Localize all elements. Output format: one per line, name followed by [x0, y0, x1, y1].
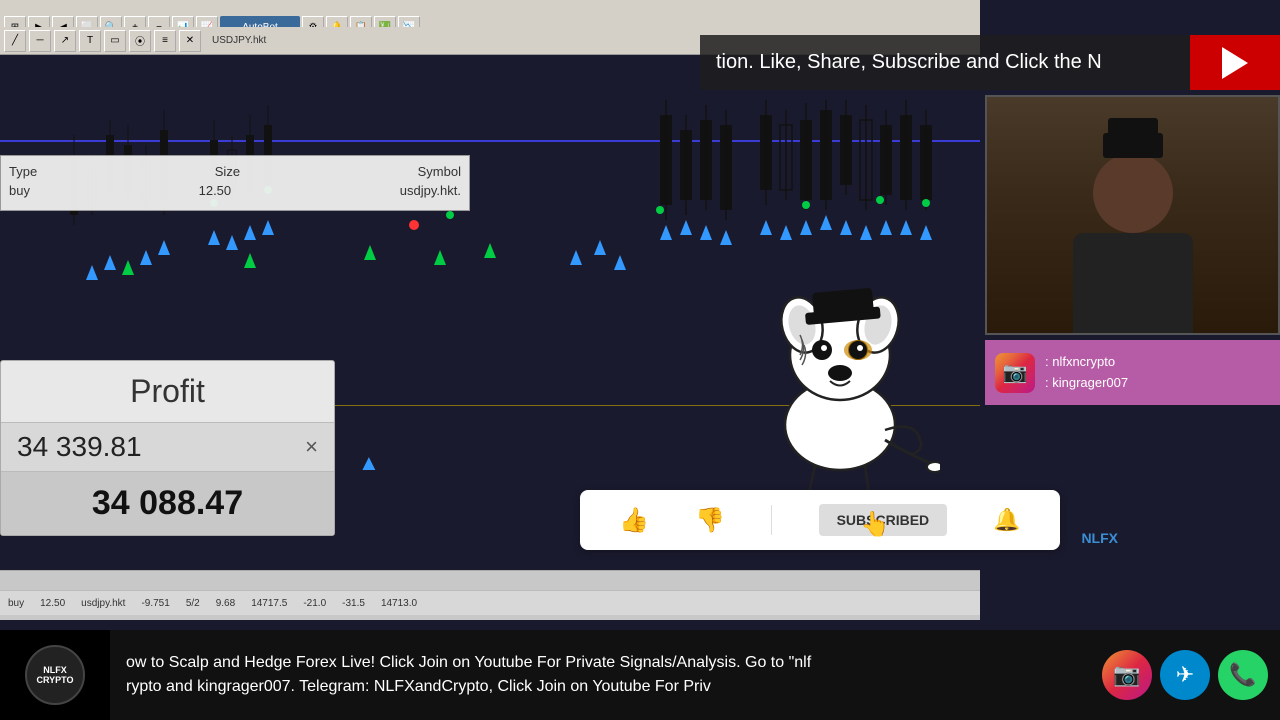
ticker-logo-circle: NLFXCRYPTO: [25, 645, 85, 705]
profit-current-value: 34 339.81: [17, 431, 142, 463]
yt-play-icon: [1222, 47, 1248, 79]
bell-button[interactable]: 🔔: [993, 507, 1020, 533]
whatsapp-social-button[interactable]: 📞: [1218, 650, 1268, 700]
cursor-hand: 👆: [860, 510, 890, 539]
profit-label: Profit: [1, 361, 334, 422]
person-silhouette: [1073, 153, 1193, 333]
trade-info-panel: Type Size Symbol buy 12.50 usdjpy.hkt.: [0, 155, 470, 211]
instagram-panel: 📷 : nlfxncrypto : kingrager007: [985, 340, 1280, 405]
dog-cartoon: [740, 255, 940, 495]
type-label: Type: [9, 164, 37, 179]
instagram-text: : nlfxncrypto : kingrager007: [1045, 352, 1128, 394]
telegram-social-button[interactable]: ✈: [1160, 650, 1210, 700]
data-sl: 5/2: [186, 598, 200, 609]
toolbar-btn-arrow[interactable]: ↗: [54, 30, 76, 52]
toolbar-btn-line[interactable]: ╱: [4, 30, 26, 52]
data-net: -31.5: [342, 598, 365, 609]
ticker-message: ow to Scalp and Hedge Forex Live! Click …: [110, 651, 1102, 699]
data-buy: buy: [8, 598, 24, 609]
ticker-logo: NLFXCRYPTO: [0, 630, 110, 720]
dog-svg: [740, 255, 940, 495]
yt-notification-text: tion. Like, Share, Subscribe and Click t…: [700, 51, 1190, 74]
like-button[interactable]: 👍: [619, 506, 649, 535]
instagram-line2: : kingrager007: [1045, 373, 1128, 394]
type-value: buy: [9, 183, 30, 198]
person-body: [1073, 233, 1193, 333]
data-size2: 12.50: [40, 598, 65, 609]
symbol-value: usdjpy.hkt.: [400, 183, 461, 198]
data-row: buy 12.50 usdjpy.hkt -9.751 5/2 9.68 147…: [0, 590, 980, 615]
subscribe-row: 👍 👎 SUBSCRIBED 🔔: [580, 490, 1060, 550]
instagram-line1: : nlfxncrypto: [1045, 352, 1128, 373]
webcam-panel: [985, 95, 1280, 335]
size-label: Size: [215, 164, 240, 179]
toolbar-btn-delete[interactable]: ✕: [179, 30, 201, 52]
dislike-button[interactable]: 👎: [695, 506, 725, 535]
data-commission: -21.0: [303, 598, 326, 609]
data-extra: 14713.0: [381, 598, 417, 609]
ticker-bar: NLFXCRYPTO ow to Scalp and Hedge Forex L…: [0, 630, 1280, 720]
chart-pair-label: USDJPY.hkt: [212, 35, 266, 46]
data-symbol2: usdjpy.hkt: [81, 598, 125, 609]
toolbar-btn-fib[interactable]: ≡: [154, 30, 176, 52]
instagram-icon: 📷: [995, 353, 1035, 393]
data-tp: 9.68: [216, 598, 235, 609]
toolbar-btn-rect[interactable]: ▭: [104, 30, 126, 52]
webcam-person: [987, 97, 1278, 333]
ticker-icons: 📷 ✈ 📞: [1102, 650, 1280, 700]
divider: [771, 505, 772, 535]
profit-total-value: 34 088.47: [1, 471, 334, 535]
toolbar-btn-hline[interactable]: ─: [29, 30, 51, 52]
ticker-logo-inner: NLFXCRYPTO: [36, 665, 73, 685]
person-hat: [1103, 133, 1163, 158]
youtube-notification: tion. Like, Share, Subscribe and Click t…: [700, 35, 1280, 90]
nlfx-label: NLFX: [1081, 530, 1118, 546]
ticker-line2: rypto and kingrager007. Telegram: NLFXan…: [126, 675, 1086, 699]
toolbar-btn-fan[interactable]: ⦿: [129, 30, 151, 52]
data-acc: 14717.5: [251, 598, 287, 609]
profit-close-button[interactable]: ×: [305, 434, 318, 460]
ticker-line1: ow to Scalp and Hedge Forex Live! Click …: [126, 651, 1086, 675]
data-price: -9.751: [141, 598, 169, 609]
profit-panel: Profit 34 339.81 × 34 088.47: [0, 360, 335, 536]
profit-value-row: 34 339.81 ×: [1, 422, 334, 471]
large-arrow-up: ▲: [358, 450, 380, 476]
size-value: 12.50: [199, 183, 232, 198]
youtube-logo[interactable]: [1190, 35, 1280, 90]
instagram-social-button[interactable]: 📷: [1102, 650, 1152, 700]
person-head: [1093, 153, 1173, 233]
toolbar-btn-text[interactable]: T: [79, 30, 101, 52]
symbol-label: Symbol: [418, 164, 461, 179]
